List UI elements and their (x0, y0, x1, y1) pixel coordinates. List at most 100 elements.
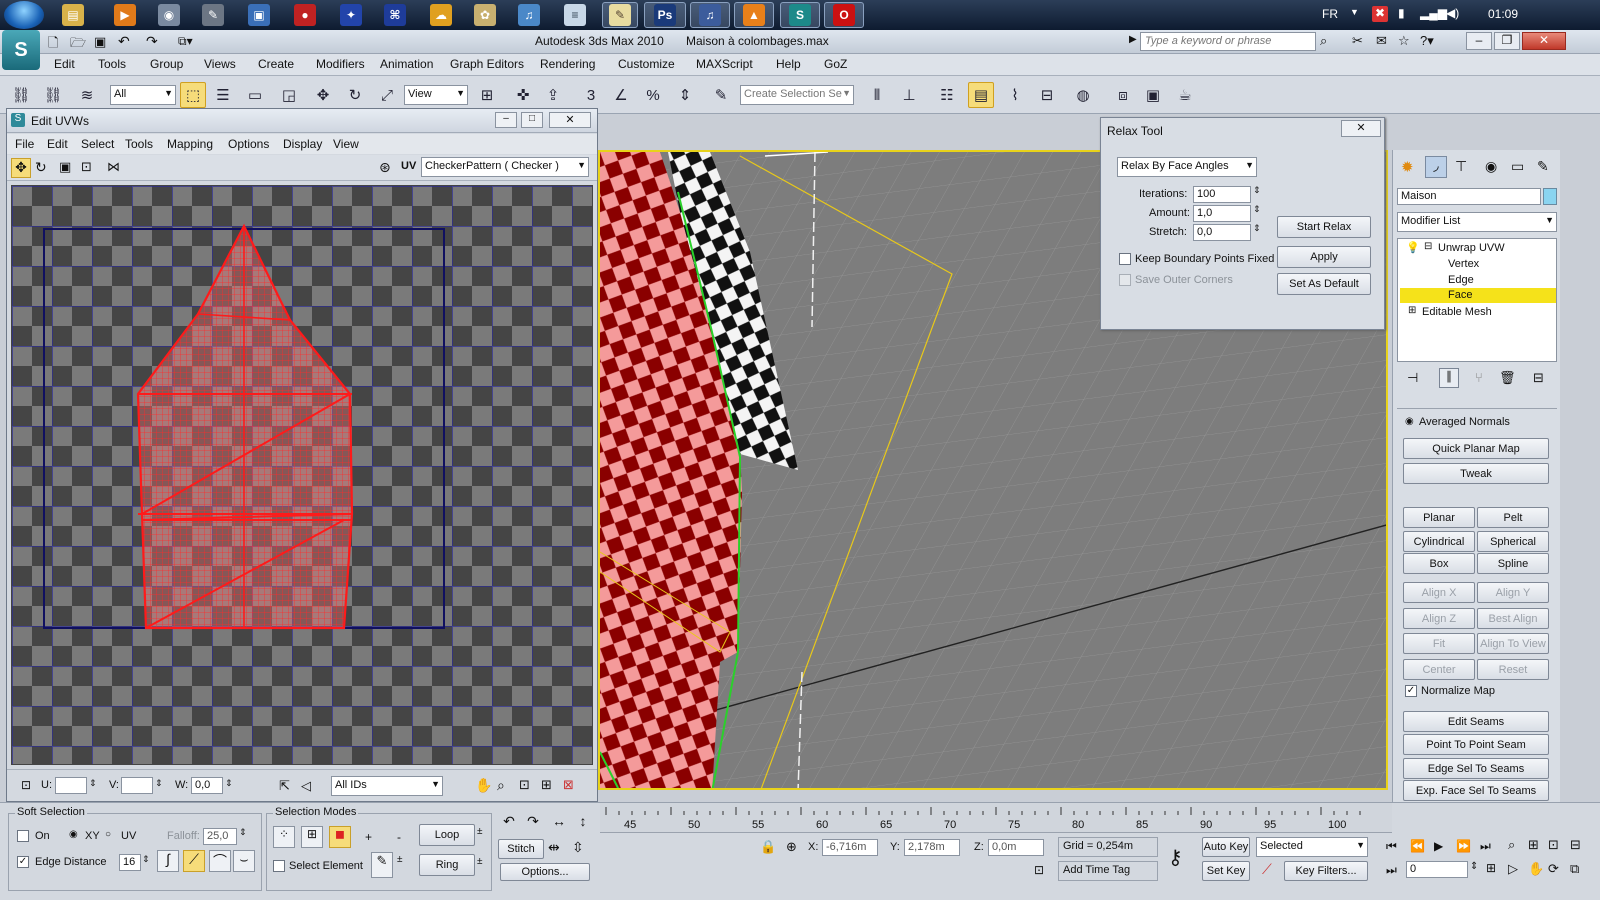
uv-freeform-icon[interactable]: ⊡ (81, 159, 92, 175)
configure-sets-icon[interactable]: ⊟ (1533, 370, 1544, 386)
uv-move-icon[interactable]: ✥ (11, 158, 31, 178)
brush-size-spinner-icon[interactable]: ± (397, 854, 403, 865)
current-frame-field[interactable]: 0 (1406, 861, 1468, 878)
relax-close-button[interactable]: ✕ (1341, 120, 1381, 137)
w-spinner-icon[interactable]: ⇕ (225, 778, 233, 789)
stretch-field[interactable]: 0,0 (1193, 224, 1251, 241)
uvw-menu-select[interactable]: Select (81, 137, 114, 151)
start-relax-button[interactable]: Start Relax (1277, 216, 1371, 238)
stack-item-face-highlight[interactable]: Face (1400, 288, 1556, 303)
utilities-tab-icon[interactable]: ✎ (1537, 158, 1549, 175)
edge-distance-checkbox[interactable]: ✓ (17, 856, 29, 868)
normalize-map-checkbox[interactable]: ✓ (1405, 685, 1417, 697)
layer-manager-icon[interactable]: ☷ (934, 82, 960, 108)
edit-seams-button[interactable]: Edit Seams (1403, 711, 1549, 732)
language-indicator[interactable]: FR (1322, 7, 1338, 21)
center-button[interactable]: Center (1403, 659, 1475, 680)
pin-stack-icon[interactable]: ⊣ (1407, 370, 1418, 386)
key-mode-icon[interactable]: ⟋ (1262, 861, 1272, 878)
set-key-button[interactable]: Set Key (1202, 861, 1250, 881)
align-x-button[interactable]: Align X (1403, 582, 1475, 603)
edge-mode-icon[interactable]: ⊞ (301, 826, 323, 848)
schematic-view-icon[interactable]: ⊟ (1034, 82, 1060, 108)
bind-spacewarp-icon[interactable]: ≋ (74, 82, 100, 108)
uv-rotate-icon[interactable]: ↻ (35, 159, 47, 176)
grow-selection-icon[interactable]: + (365, 830, 372, 844)
tray-chevron-icon[interactable]: ▼ (1350, 7, 1359, 17)
falloff-linear-icon[interactable]: ⟋ (183, 850, 205, 872)
align-horizontal-icon[interactable]: ↔ (548, 813, 570, 833)
time-tag-icon[interactable]: ⊡ (1034, 863, 1044, 877)
best-align-button[interactable]: Best Align (1477, 608, 1549, 629)
zoom-icon[interactable]: ⌕ (497, 777, 505, 794)
rotate-cw-icon[interactable]: ↷ (522, 813, 544, 833)
rotate-icon[interactable]: ↻ (342, 82, 368, 108)
apply-button[interactable]: Apply (1277, 246, 1371, 268)
uvw-maximize-button[interactable]: □ (521, 112, 543, 128)
expand-icon[interactable]: ⊞ (1408, 305, 1416, 316)
key-mode-toggle-icon[interactable]: ⏭ (1386, 863, 1397, 878)
menu-animation[interactable]: Animation (380, 57, 433, 71)
align-icon[interactable]: ⊥ (896, 82, 922, 108)
face-mode-icon[interactable]: ◼ (329, 826, 351, 848)
ids-dropdown[interactable]: All IDs ▼ (331, 776, 443, 796)
save-icon[interactable]: ▣ (94, 34, 106, 50)
display-tab-icon[interactable]: ▭ (1511, 158, 1524, 175)
pan-view-icon[interactable]: ✋ (1528, 861, 1544, 877)
uv-canvas[interactable] (11, 185, 593, 765)
set-as-default-button[interactable]: Set As Default (1277, 273, 1371, 295)
edge-distance-spinner-icon[interactable]: ⇕ (142, 854, 150, 865)
object-color-swatch[interactable] (1543, 188, 1557, 205)
z-coord-field[interactable]: 0,0m (988, 839, 1044, 856)
percent-snap-icon[interactable]: % (640, 82, 666, 108)
averaged-normals-radio[interactable]: ◉ (1405, 416, 1414, 427)
relax-mode-dropdown[interactable]: Relax By Face Angles ▼ (1117, 157, 1257, 177)
align-vertical-icon[interactable]: ↕ (572, 813, 594, 833)
app-menu-icon[interactable]: S (2, 30, 40, 70)
itunes-window-icon[interactable]: ♫ (699, 4, 721, 26)
edge-sel-to-seams-button[interactable]: Edge Sel To Seams (1403, 758, 1549, 779)
filter-selected-icon[interactable]: ◁ (301, 778, 311, 794)
planar-button[interactable]: Planar (1403, 507, 1475, 528)
zoom-extents-icon[interactable]: ⊞ (541, 777, 552, 793)
tools-icon[interactable]: ✎ (202, 4, 224, 26)
point-to-point-seam-button[interactable]: Point To Point Seam (1403, 734, 1549, 755)
explorer-icon[interactable]: ▤ (62, 4, 84, 26)
cylindrical-button[interactable]: Cylindrical (1403, 531, 1475, 552)
soft-on-checkbox[interactable] (17, 830, 29, 842)
reset-button[interactable]: Reset (1477, 659, 1549, 680)
undo-icon[interactable]: ↶ (118, 33, 130, 50)
text-editor-icon[interactable]: ✎ (609, 4, 631, 26)
menu-goz[interactable]: GoZ (824, 57, 847, 71)
play-icon[interactable]: ▶ (1434, 839, 1443, 853)
zoom-viewport-icon[interactable]: ⌕ (1508, 837, 1515, 853)
vertex-mode-icon[interactable]: ⁘ (273, 826, 295, 848)
uvw-close-button[interactable]: ✕ (549, 112, 591, 128)
iterations-field[interactable]: 100 (1193, 186, 1251, 203)
uvw-menu-options[interactable]: Options (228, 137, 269, 151)
media-player-icon[interactable]: ▶ (114, 4, 136, 26)
uv-scale-icon[interactable]: ▣ (59, 159, 71, 175)
quick-planar-map-button[interactable]: Quick Planar Map (1403, 438, 1549, 459)
select-object-icon[interactable]: ⬚ (180, 82, 206, 108)
align-y-button[interactable]: Align Y (1477, 582, 1549, 603)
pivot-center-icon[interactable]: ⊞ (474, 82, 500, 108)
minimize-button[interactable]: – (1466, 32, 1492, 50)
uv-space-label[interactable]: UV (401, 160, 416, 172)
favorites-icon[interactable]: ☆ (1398, 33, 1410, 49)
graphite-ribbon-icon[interactable]: ▤ (968, 82, 994, 108)
timeline-ruler[interactable]: 45 50 55 60 65 70 75 80 85 90 95 100 (600, 803, 1392, 833)
named-selection-dropdown[interactable]: Create Selection Se ▼ (740, 85, 854, 105)
falloff-slow-icon[interactable]: ⌒ (209, 850, 231, 872)
spread-vertical-icon[interactable]: ⇳ (572, 839, 584, 856)
window-crossing-icon[interactable]: ◲ (276, 82, 302, 108)
uvw-menu-edit[interactable]: Edit (47, 137, 68, 151)
document-icon[interactable]: ▣ (248, 4, 270, 26)
uvw-menu-tools[interactable]: Tools (125, 137, 153, 151)
redo-icon[interactable]: ↷ (146, 33, 158, 50)
communication-icon[interactable]: ✉ (1376, 33, 1387, 49)
stack-item-vertex[interactable]: Vertex (1448, 258, 1479, 270)
menu-modifiers[interactable]: Modifiers (316, 57, 365, 71)
set-key-icon[interactable]: ⚷ (1168, 845, 1183, 870)
stack-item-editable-mesh[interactable]: Editable Mesh (1422, 306, 1492, 318)
